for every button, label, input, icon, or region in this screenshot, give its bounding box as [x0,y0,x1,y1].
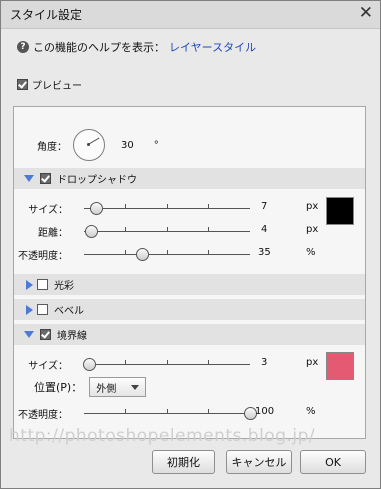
angle-dial[interactable] [73,129,105,161]
help-link-layer-style[interactable]: レイヤースタイル [169,39,256,55]
drop-shadow-distance-unit: px [306,224,319,235]
help-text: この機能のヘルプを表示： [33,41,165,54]
stroke-opacity-unit: % [306,406,316,417]
section-bevel[interactable]: ベベル [14,299,365,320]
style-settings-dialog: スタイル設定 ✕ ? この機能のヘルプを表示： レイヤースタイル プレビュー 角… [0,0,381,489]
slider-tick [125,204,126,208]
close-icon[interactable]: ✕ [359,3,373,23]
watermark-text: http://photoshopelements.blog.jp/ [9,426,316,446]
angle-value[interactable]: 30 [121,140,134,151]
chevron-down-icon [131,385,140,390]
title-bar[interactable]: スタイル設定 ✕ [1,1,380,29]
drop-shadow-color-swatch[interactable] [326,197,354,225]
cancel-button[interactable]: キャンセル [226,450,292,474]
slider-tick [208,250,209,254]
slider-tick [167,227,168,231]
stroke-opacity-slider[interactable] [84,407,257,420]
outer-glow-checkbox[interactable] [37,279,48,290]
angle-label: 角度： [37,141,67,153]
angle-row: 角度： 30 ° [37,128,159,162]
drop-shadow-distance-row: 距離： 4 px [14,224,365,239]
slider-tick [208,204,209,208]
drop-shadow-size-row: サイズ： 7 px [14,201,365,216]
drop-shadow-distance-slider[interactable] [84,225,250,238]
expand-triangle-right-icon[interactable] [26,279,33,290]
stroke-opacity-value[interactable]: 100 [255,406,274,417]
slider-tick [125,227,126,231]
drop-shadow-opacity-label: 不透明度： [18,251,68,262]
slider-tick [125,409,126,413]
help-question-icon: ? [17,41,29,53]
drop-shadow-distance-value[interactable]: 4 [261,224,267,235]
dialog-title: スタイル設定 [10,8,83,22]
bevel-checkbox[interactable] [37,304,48,315]
drop-shadow-opacity-row: 不透明度： 35 % [14,247,365,262]
stroke-size-thumb[interactable] [82,358,96,371]
stroke-position-label: 位置(P)： [34,381,83,394]
drop-shadow-size-label: サイズ： [28,205,68,216]
help-row: ? この機能のヘルプを表示： レイヤースタイル [17,39,256,55]
stroke-size-value[interactable]: 3 [261,357,267,368]
slider-tick [208,360,209,364]
stroke-size-label: サイズ： [28,361,68,372]
stroke-checkbox[interactable] [40,329,51,340]
expand-triangle-down-icon[interactable] [24,175,34,182]
preview-row[interactable]: プレビュー [17,77,82,92]
slider-tick [125,360,126,364]
stroke-label: 境界線 [57,331,87,342]
drop-shadow-distance-label: 距離： [38,228,68,239]
preview-label: プレビュー [32,81,82,92]
styles-panel: 角度： 30 ° ドロップシャドウ サイズ： 7 px 距離： 4 px 不透明… [13,106,366,439]
drop-shadow-size-slider[interactable] [84,202,250,215]
outer-glow-label: 光彩 [54,281,74,292]
slider-tick [208,227,209,231]
angle-unit: ° [153,139,159,151]
stroke-size-row: サイズ： 3 px [14,357,365,372]
stroke-position-select[interactable]: 外側 [89,377,147,397]
angle-dial-needle [87,137,100,145]
drop-shadow-opacity-unit: % [306,247,316,258]
slider-tick [125,250,126,254]
stroke-opacity-label: 不透明度： [18,410,68,421]
drop-shadow-opacity-thumb[interactable] [136,248,150,261]
slider-tick [208,409,209,413]
drop-shadow-size-thumb[interactable] [89,202,103,215]
drop-shadow-opacity-slider[interactable] [84,248,250,261]
section-outer-glow[interactable]: 光彩 [14,274,365,295]
expand-triangle-down-icon[interactable] [24,331,34,338]
bevel-label: ベベル [54,306,84,317]
stroke-size-unit: px [306,357,319,368]
section-stroke[interactable]: 境界線 [14,324,365,345]
drop-shadow-size-value[interactable]: 7 [261,201,267,212]
drop-shadow-checkbox[interactable] [40,173,51,184]
drop-shadow-distance-thumb[interactable] [84,225,98,238]
drop-shadow-opacity-value[interactable]: 35 [258,247,271,258]
stroke-position-row: 位置(P)： 外側 [34,377,147,397]
reset-button[interactable]: 初期化 [152,450,215,474]
preview-checkbox[interactable] [17,79,28,90]
drop-shadow-label: ドロップシャドウ [57,175,137,186]
slider-tick [167,360,168,364]
stroke-position-selected: 外側 [96,383,117,395]
ok-button[interactable]: OK [300,450,366,474]
slider-tick [167,250,168,254]
stroke-color-swatch[interactable] [326,352,354,380]
stroke-size-slider[interactable] [82,358,250,371]
slider-tick [167,409,168,413]
slider-tick [167,204,168,208]
section-drop-shadow[interactable]: ドロップシャドウ [14,168,365,189]
stroke-opacity-row: 不透明度： 100 % [14,406,365,421]
drop-shadow-size-unit: px [306,201,319,212]
expand-triangle-right-icon[interactable] [26,304,33,315]
